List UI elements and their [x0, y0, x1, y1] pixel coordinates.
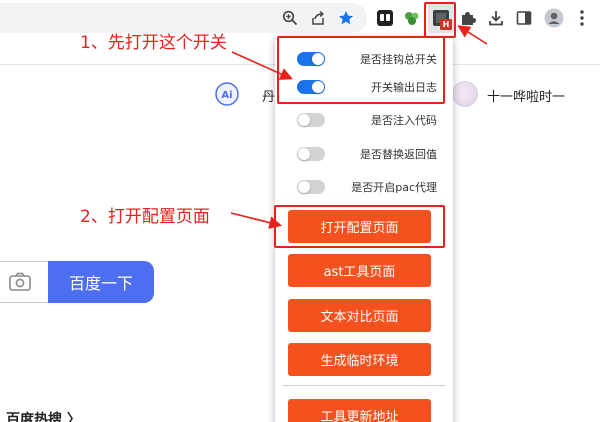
ai-assistant-text[interactable]: 丹 [262, 86, 275, 105]
annotation-step1: 1、先打开这个开关 [80, 33, 227, 53]
toggle-row-pac-proxy[interactable]: 是否开启pac代理 [275, 173, 453, 201]
annotation-box-extension [424, 2, 456, 38]
annotation-step2: 2、打开配置页面 [80, 207, 210, 227]
search-button[interactable]: 百度一下 [48, 261, 154, 303]
gen-temp-env-button[interactable]: 生成临时环境 [288, 343, 431, 376]
avatar[interactable] [452, 81, 478, 107]
ai-assistant-icon[interactable]: Ai [215, 82, 239, 106]
tool-update-button[interactable]: 工具更新地址 [288, 399, 431, 422]
svg-text:Ai: Ai [221, 90, 232, 101]
ast-tool-button[interactable]: ast工具页面 [288, 254, 431, 287]
side-panel-icon[interactable] [512, 6, 536, 30]
toggle-label: 是否替换返回值 [360, 148, 437, 161]
share-icon[interactable] [306, 6, 330, 30]
toggle-label: 是否注入代码 [371, 114, 437, 127]
profile-icon[interactable] [542, 6, 566, 30]
arrow-step2 [230, 212, 283, 229]
toggle-label: 是否开启pac代理 [351, 181, 437, 194]
toggle-knob [298, 181, 310, 193]
toggle-row-replace-return[interactable]: 是否替换返回值 [275, 140, 453, 168]
camera-icon[interactable] [9, 272, 31, 292]
annotation-box-toggles [277, 36, 445, 104]
kebab-menu-icon[interactable] [570, 6, 594, 30]
popup-divider [283, 385, 445, 386]
download-icon[interactable] [484, 6, 508, 30]
toggle-switch[interactable] [297, 147, 325, 161]
ext-dark-icon[interactable] [373, 6, 397, 30]
bookmark-star-icon[interactable] [334, 6, 358, 30]
toggle-knob [298, 148, 310, 160]
extensions-puzzle-icon[interactable] [456, 6, 480, 30]
toggle-switch[interactable] [297, 113, 325, 127]
annotation-box-config [274, 205, 445, 248]
username[interactable]: 十一哗啦时一 [487, 86, 565, 105]
toggle-row-inject-code[interactable]: 是否注入代码 [275, 106, 453, 134]
text-diff-button[interactable]: 文本对比页面 [288, 299, 431, 332]
hot-search-heading[interactable]: 百度热搜 〉 [6, 409, 81, 422]
zoom-icon[interactable] [278, 6, 302, 30]
toggle-knob [298, 114, 310, 126]
ext-puzzle-green-icon[interactable] [400, 6, 424, 30]
toggle-switch[interactable] [297, 180, 325, 194]
